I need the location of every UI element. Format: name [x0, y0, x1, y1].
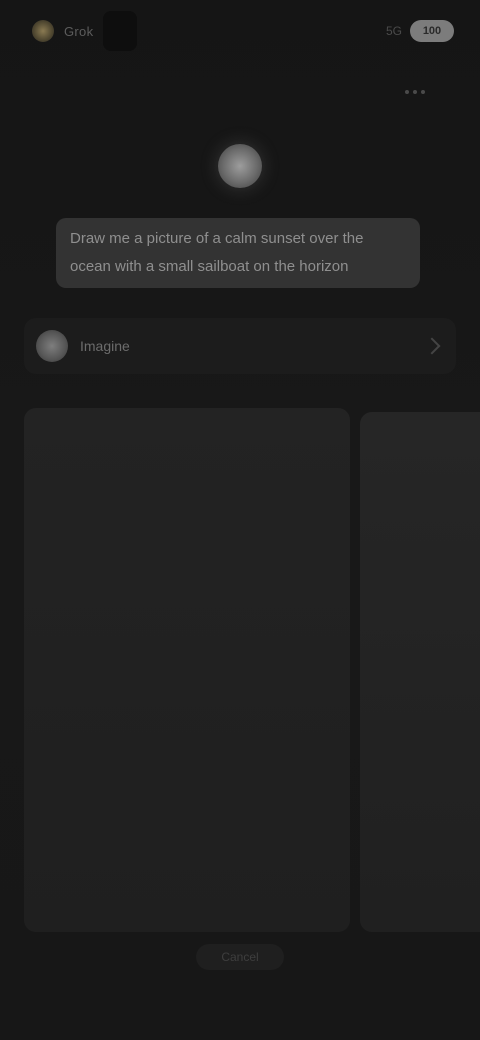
more-options-icon[interactable] — [402, 82, 428, 102]
battery-icon: 100 — [410, 20, 454, 42]
status-left: Grok — [32, 11, 138, 51]
battery-level: 100 — [422, 25, 442, 37]
status-right: 5G 100 — [386, 20, 454, 42]
generator-name: Imagine — [80, 338, 130, 354]
prompt-message[interactable]: Draw me a picture of a calm sunset over … — [56, 218, 420, 288]
dot-icon — [405, 90, 409, 94]
chevron-right-icon — [423, 337, 441, 355]
status-bar: Grok 5G 100 — [0, 0, 480, 62]
generation-header[interactable]: Imagine — [24, 318, 456, 374]
app-label: Grok — [64, 23, 94, 39]
camera-cutout — [103, 11, 138, 51]
prompt-line-1: Draw me a picture of a calm sunset over … — [70, 230, 364, 247]
prompt-line-2: ocean with a small sailboat on the horiz… — [70, 258, 349, 275]
avatar — [36, 330, 68, 362]
dot-icon — [413, 90, 417, 94]
assistant-logo-icon — [218, 144, 262, 188]
network-indicator: 5G — [385, 24, 402, 38]
app-logo-icon — [32, 20, 54, 42]
cancel-button[interactable]: Cancel — [196, 944, 284, 970]
app-screen: Grok 5G 100 Draw me a picture of a calm … — [0, 0, 480, 1040]
image-placeholder-side[interactable] — [360, 412, 480, 932]
image-placeholder-main[interactable] — [24, 408, 350, 932]
dot-icon — [421, 90, 425, 94]
cancel-label: Cancel — [221, 950, 259, 964]
